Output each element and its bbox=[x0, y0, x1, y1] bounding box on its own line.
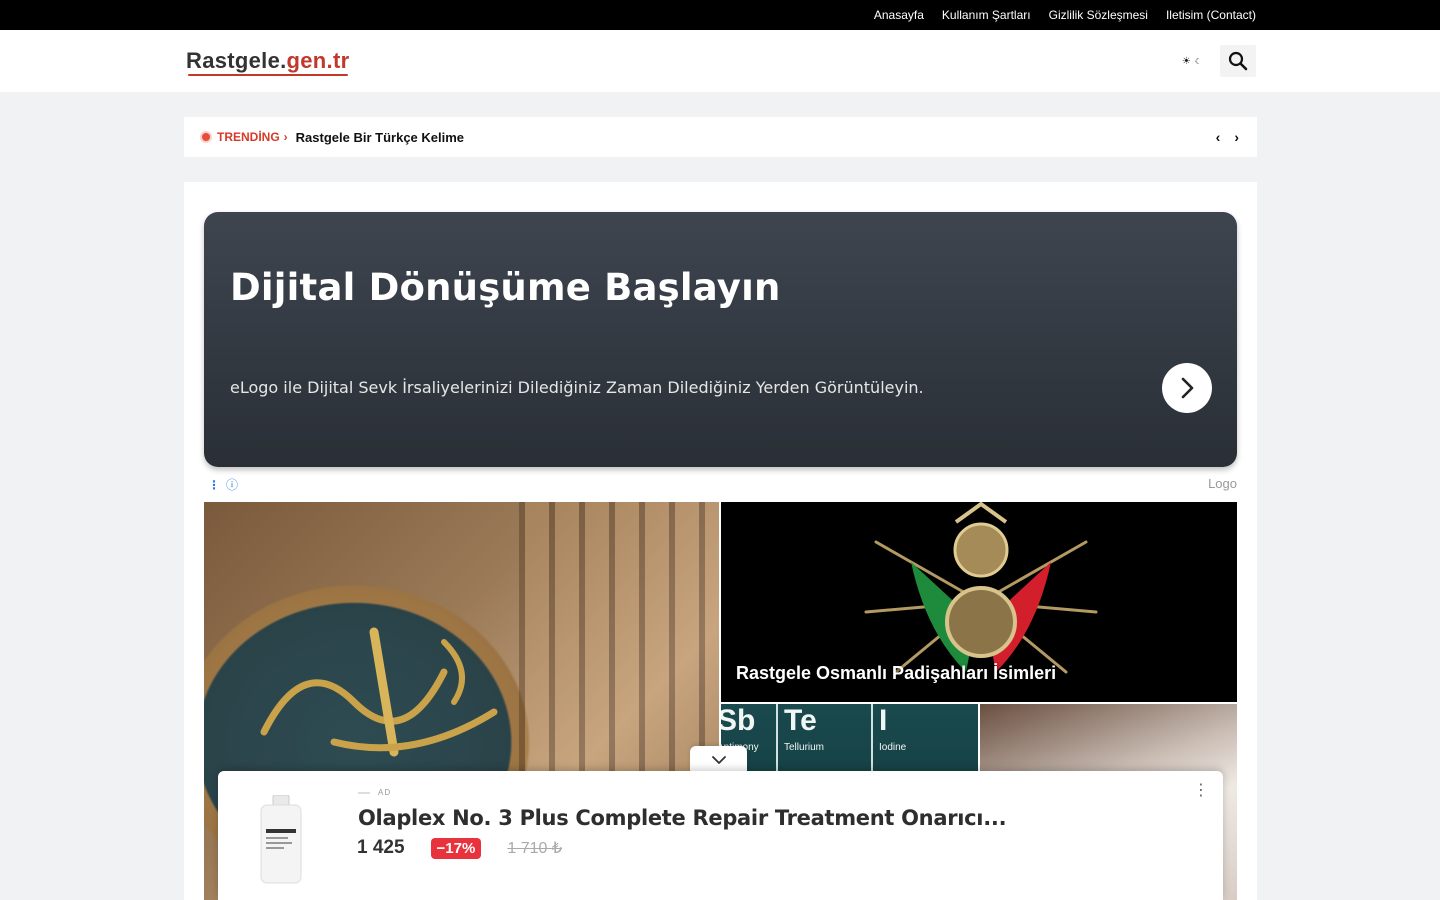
collapse-ad-button[interactable] bbox=[690, 746, 747, 774]
trending-nav: ‹ › bbox=[1216, 129, 1239, 145]
chevron-right-icon: › bbox=[283, 130, 288, 144]
product-price: 1 425 bbox=[357, 837, 405, 858]
trending-dot-icon bbox=[202, 133, 210, 141]
moon-icon: ☾ bbox=[1194, 56, 1202, 66]
search-icon bbox=[1228, 51, 1248, 71]
post-title: Rastgele Osmanlı Padişahları İsimleri bbox=[736, 663, 1057, 683]
ad-meta: ⋮ ⓘ bbox=[208, 476, 238, 493]
nav-link-home[interactable]: Anasayfa bbox=[874, 8, 924, 22]
nav-link-privacy[interactable]: Gizlilik Sözleşmesi bbox=[1049, 8, 1148, 22]
nav-link-contact[interactable]: Iletisim (Contact) bbox=[1166, 8, 1256, 22]
logo-text-part1: Rastgele. bbox=[186, 48, 287, 73]
kebab-menu-icon[interactable]: ⋮ bbox=[208, 478, 220, 492]
ad-banner[interactable]: Dijital Dönüşüme Başlayın eLogo ile Diji… bbox=[204, 212, 1237, 467]
trending-bar: TRENDİNG › Rastgele Bir Türkçe Kelime ‹ … bbox=[184, 117, 1257, 157]
ad-banner-title: Dijital Dönüşüme Başlayın bbox=[230, 266, 781, 309]
ad-tag: AD bbox=[358, 788, 391, 797]
element-symbol: Sb bbox=[721, 704, 756, 737]
header-actions: ☀ ☾ bbox=[1182, 45, 1256, 77]
price-row: 1 425 −17% 1 710 ₺ bbox=[357, 837, 562, 859]
ad-banner-subtitle: eLogo ile Dijital Sevk İrsaliyelerinizi … bbox=[230, 378, 924, 397]
search-button[interactable] bbox=[1220, 45, 1256, 77]
element-name: Iodine bbox=[879, 742, 907, 753]
chevron-down-icon bbox=[711, 756, 726, 764]
old-price: 1 710 ₺ bbox=[507, 840, 563, 857]
logo-text-part2: gen.tr bbox=[286, 48, 350, 73]
product-bottle-image bbox=[260, 795, 302, 884]
sticky-bottom-ad[interactable]: AD Olaplex No. 3 Plus Complete Repair Tr… bbox=[218, 771, 1223, 900]
ad-options-icon[interactable]: ⋮ bbox=[1193, 783, 1209, 799]
discount-badge: −17% bbox=[430, 837, 482, 859]
trending-next-button[interactable]: › bbox=[1234, 129, 1239, 145]
element-symbol: I bbox=[879, 704, 888, 737]
chevron-right-icon bbox=[1181, 377, 1194, 399]
ad-brand[interactable]: Logo bbox=[1208, 476, 1237, 491]
sun-icon: ☀ bbox=[1181, 55, 1191, 67]
nav-link-terms[interactable]: Kullanım Şartları bbox=[942, 8, 1031, 22]
element-name: Tellurium bbox=[784, 742, 825, 753]
ad-tag-dash bbox=[358, 791, 370, 794]
trending-prev-button[interactable]: ‹ bbox=[1216, 129, 1221, 145]
product-title: Olaplex No. 3 Plus Complete Repair Treat… bbox=[358, 806, 1007, 830]
trending-post-link[interactable]: Rastgele Bir Türkçe Kelime bbox=[296, 130, 464, 145]
dark-mode-toggle[interactable]: ☀ ☾ bbox=[1182, 56, 1202, 67]
ad-banner-cta-button[interactable] bbox=[1162, 363, 1212, 413]
featured-post-ottoman[interactable]: Rastgele Osmanlı Padişahları İsimleri bbox=[721, 502, 1237, 702]
info-icon[interactable]: ⓘ bbox=[226, 476, 238, 493]
ad-label: AD bbox=[378, 788, 392, 797]
top-navbar: Anasayfa Kullanım Şartları Gizlilik Sözl… bbox=[0, 0, 1440, 30]
site-logo[interactable]: Rastgele.gen.tr bbox=[186, 48, 350, 76]
element-symbol: Te bbox=[784, 704, 817, 737]
site-header: Rastgele.gen.tr ☀ ☾ bbox=[0, 30, 1440, 92]
trending-label: TRENDİNG bbox=[217, 130, 280, 144]
logo-underline bbox=[188, 74, 348, 76]
calligraphy-image bbox=[260, 627, 498, 757]
